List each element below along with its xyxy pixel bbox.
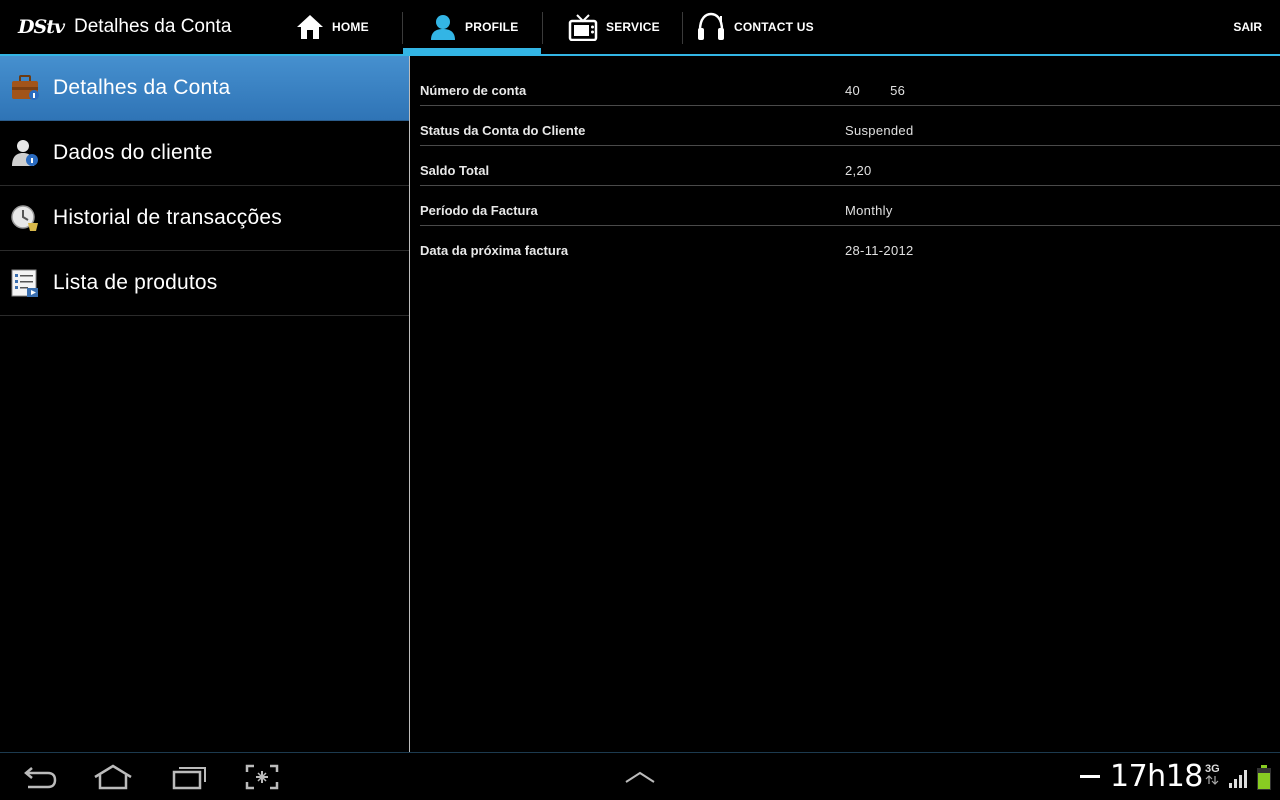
detail-label: Número de conta [420, 83, 527, 98]
brand: DStv Detalhes da Conta [18, 0, 231, 54]
detail-row-account-status: Status da Conta do Cliente Suspended [420, 106, 1280, 146]
sidebar: Detalhes da Conta Dados do cliente Histo… [0, 56, 409, 752]
tab-home[interactable]: HOME [296, 0, 400, 54]
tab-service-label: SERVICE [606, 20, 660, 34]
account-number-start: 40 [845, 83, 861, 98]
detail-row-total-balance: Saldo Total 2,20 [420, 146, 1280, 186]
recent-apps-icon [172, 767, 206, 790]
home-icon [297, 15, 323, 39]
detail-value: Suspended [845, 123, 914, 138]
account-details-panel: Número de conta 40 56 Status da Conta do … [410, 56, 1280, 752]
home-icon [94, 764, 132, 790]
detail-value: 28-11-2012 [845, 243, 914, 258]
person-icon [431, 15, 455, 40]
sidebar-item-label: Historial de transacções [53, 206, 282, 229]
sidebar-item-transaction-history[interactable]: Historial de transacções [0, 186, 409, 251]
tab-profile-label: PROFILE [465, 20, 519, 34]
tab-contact-us-label: CONTACT US [734, 20, 814, 34]
detail-label: Data da próxima factura [420, 243, 569, 258]
tv-icon [568, 14, 598, 41]
detail-value: 2,20 [845, 163, 872, 178]
headset-icon [698, 12, 724, 40]
tab-profile[interactable]: PROFILE [403, 0, 541, 54]
action-bar: DStv Detalhes da Conta HOME PROFILE SERV… [0, 0, 1280, 56]
detail-value: Monthly [845, 203, 893, 218]
battery-icon [1257, 765, 1271, 790]
briefcase-info-icon [10, 73, 40, 103]
home-button[interactable] [90, 763, 136, 791]
logout-button[interactable]: SAIR [1233, 0, 1262, 54]
system-bar: 17h18 3G [0, 752, 1280, 800]
sidebar-item-label: Dados do cliente [53, 141, 213, 164]
account-number-end: 56 [890, 83, 906, 98]
recent-apps-button[interactable] [166, 763, 210, 791]
product-list-icon [10, 268, 40, 298]
sidebar-item-label: Detalhes da Conta [53, 76, 231, 99]
user-info-icon [10, 138, 40, 168]
tab-home-label: HOME [332, 20, 369, 34]
detail-row-billing-period: Período da Factura Monthly [420, 186, 1280, 226]
sidebar-item-account-details[interactable]: Detalhes da Conta [0, 56, 409, 121]
chevron-up-icon [625, 771, 655, 783]
network-indicator: 3G [1205, 763, 1220, 788]
clock: 17h18 [1110, 759, 1203, 794]
show-apps-button[interactable] [620, 763, 660, 791]
detail-row-next-bill-date: Data da próxima factura 28-11-2012 [420, 226, 1280, 266]
sidebar-item-customer-data[interactable]: Dados do cliente [0, 121, 409, 186]
signal-icon [1229, 770, 1247, 788]
tab-service[interactable]: SERVICE [544, 0, 681, 54]
tab-divider [542, 12, 543, 44]
tab-divider [682, 12, 683, 44]
back-button[interactable] [20, 763, 60, 791]
tab-contact-us[interactable]: CONTACT US [684, 0, 824, 54]
detail-label: Período da Factura [420, 203, 538, 218]
back-icon [24, 767, 57, 789]
clock-history-icon [10, 203, 40, 233]
detail-value: 40 56 [845, 83, 905, 98]
network-type: 3G [1205, 763, 1220, 775]
page-title: Detalhes da Conta [74, 16, 232, 37]
detail-label: Saldo Total [420, 163, 490, 178]
screenshot-button[interactable] [242, 763, 282, 791]
minus-icon [1080, 775, 1100, 778]
screenshot-icon [245, 764, 279, 790]
sidebar-item-product-list[interactable]: Lista de produtos [0, 251, 409, 316]
detail-row-account-number: Número de conta 40 56 [420, 66, 1280, 106]
detail-label: Status da Conta do Cliente [420, 123, 586, 138]
sidebar-item-label: Lista de produtos [53, 271, 218, 294]
dstv-logo: DStv [18, 16, 65, 38]
data-arrows-icon [1205, 775, 1219, 785]
